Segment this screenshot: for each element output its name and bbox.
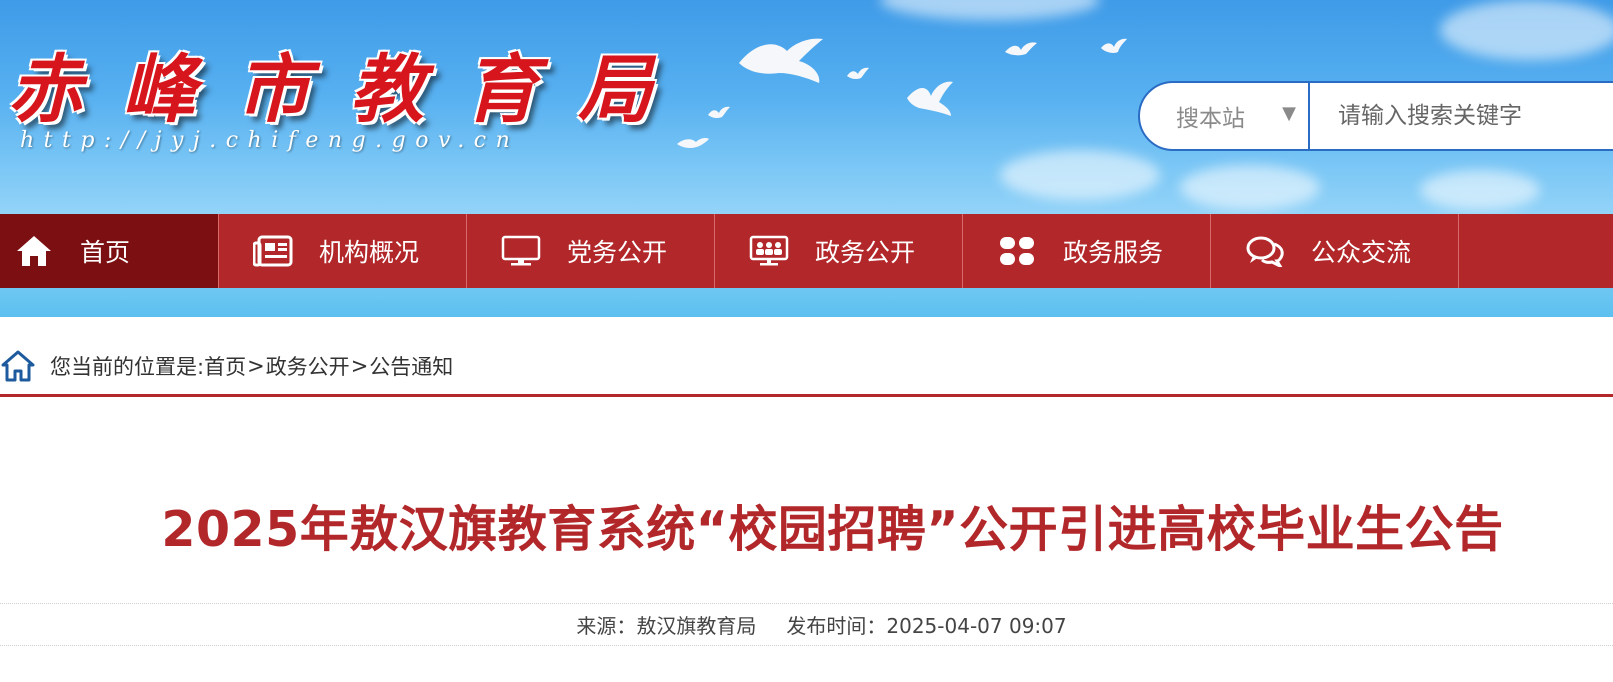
cloud-decoration — [1180, 165, 1320, 210]
breadcrumb-separator: > — [247, 354, 265, 378]
dove-icon — [1005, 42, 1037, 56]
nav-item-government-affairs[interactable]: 政务公开 — [715, 214, 963, 288]
chat-icon — [1245, 231, 1285, 271]
cloud-decoration — [1440, 0, 1613, 60]
search-scope-label: 搜本站 — [1176, 106, 1245, 132]
cloud-decoration — [1000, 150, 1160, 200]
dove-icon — [907, 81, 953, 116]
source-value: 敖汉旗教育局 — [636, 614, 757, 638]
nav-item-organization[interactable]: 机构概况 — [219, 214, 467, 288]
cloud-decoration — [1420, 170, 1540, 210]
meeting-icon — [749, 231, 789, 271]
site-url: http://jyj.chifeng.gov.cn — [20, 128, 520, 153]
main-nav: 首页 机构概况 党务公开 政务公开 政务服务 公众交流 — [0, 214, 1613, 288]
nav-item-home[interactable]: 首页 — [0, 214, 219, 288]
dove-icon — [677, 138, 709, 148]
monitor-icon — [501, 231, 541, 271]
breadcrumb-separator: > — [350, 354, 369, 378]
nav-item-label: 党务公开 — [567, 238, 668, 267]
breadcrumb-link-government-affairs[interactable]: 政务公开 — [266, 351, 350, 381]
nav-item-party-affairs[interactable]: 党务公开 — [467, 214, 715, 288]
home-icon[interactable] — [0, 348, 36, 384]
article-title: 2025年敖汉旗教育系统“校园招聘”公开引进高校毕业生公告 — [161, 501, 1504, 558]
search-scope-select[interactable]: 搜本站 ▼ — [1140, 83, 1310, 149]
home-icon — [14, 231, 54, 271]
nav-item-label: 政务服务 — [1063, 238, 1164, 267]
nav-item-label: 公众交流 — [1311, 238, 1412, 267]
grid-icon — [997, 231, 1037, 271]
divider — [0, 645, 1613, 646]
breadcrumb-link-home[interactable]: 首页 — [204, 351, 246, 381]
search-input[interactable] — [1310, 83, 1613, 149]
nav-decoration-strip — [0, 288, 1613, 317]
newspaper-icon — [253, 231, 293, 271]
article-meta: 来源：敖汉旗教育局 发布时间：2025-04-07 09:07 — [0, 610, 1613, 639]
nav-item-label: 政务公开 — [815, 238, 916, 267]
date-value: 2025-04-07 09:07 — [886, 614, 1067, 638]
breadcrumb-link-announcements[interactable]: 公告通知 — [369, 351, 453, 381]
site-logo-title[interactable]: 赤峰市教育局 — [8, 30, 692, 137]
dove-icon — [739, 38, 823, 83]
nav-item-label: 首页 — [80, 238, 131, 267]
dove-icon — [1101, 38, 1127, 53]
divider — [0, 394, 1613, 397]
header-banner: 赤峰市教育局 http://jyj.chifeng.gov.cn 搜本站 ▼ — [0, 0, 1613, 214]
cloud-decoration — [880, 0, 1100, 20]
source-label: 来源： — [576, 614, 637, 638]
nav-item-government-services[interactable]: 政务服务 — [963, 214, 1211, 288]
nav-item-public-exchange[interactable]: 公众交流 — [1211, 214, 1459, 288]
search-bar: 搜本站 ▼ — [1138, 81, 1613, 151]
divider — [0, 603, 1613, 604]
breadcrumb-prefix: 您当前的位置是: — [50, 355, 205, 379]
nav-item-label: 机构概况 — [319, 238, 420, 267]
breadcrumb: 您当前的位置是: 首页 > 政务公开 > 公告通知 — [0, 340, 1613, 392]
dove-icon — [847, 67, 869, 80]
date-label: 发布时间： — [786, 614, 887, 638]
chevron-down-icon: ▼ — [1282, 103, 1296, 124]
dove-icon — [708, 106, 730, 119]
